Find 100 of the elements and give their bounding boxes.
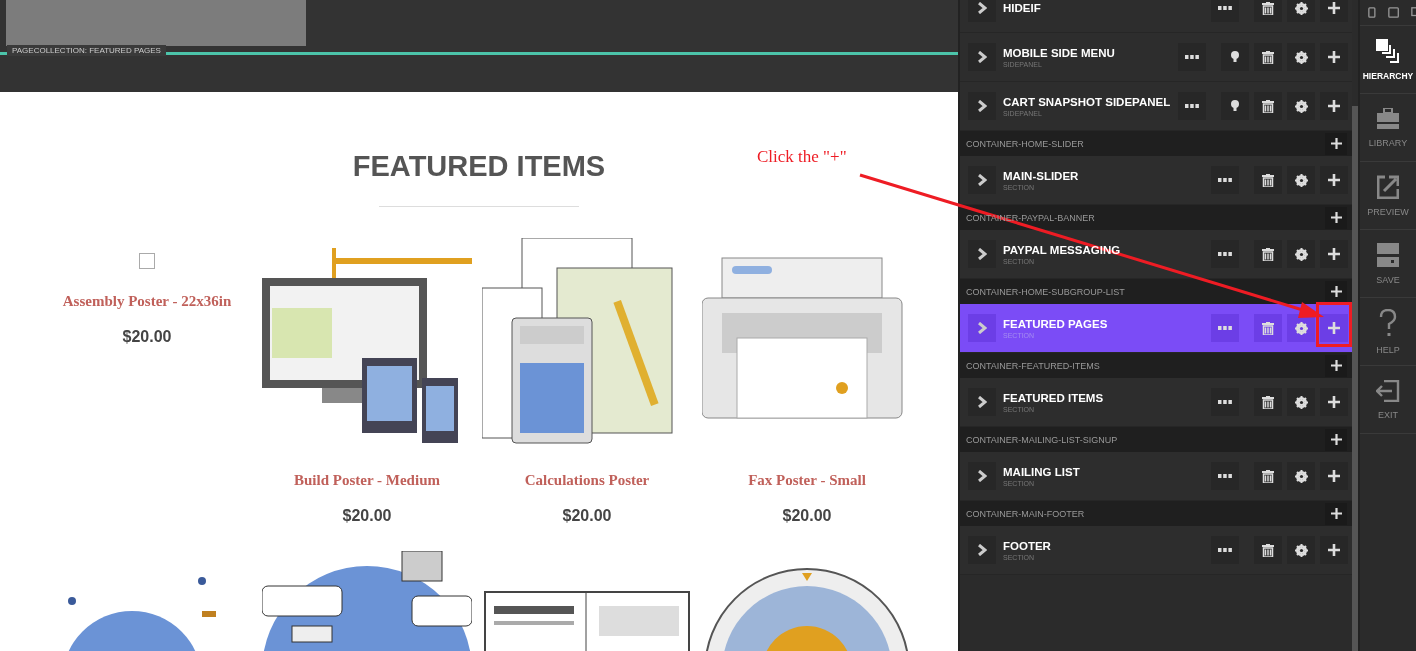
settings-button[interactable]	[1287, 388, 1315, 416]
more-button[interactable]	[1211, 388, 1239, 416]
add-button[interactable]	[1325, 502, 1347, 525]
plus-icon	[1328, 51, 1340, 63]
plus-icon	[1330, 286, 1342, 297]
plus-icon	[1328, 470, 1340, 482]
product-name[interactable]: Calculations Poster	[524, 472, 650, 489]
container-label: CONTAINER-HOME-SUBGROUP-LIST	[966, 286, 1125, 297]
more-icon	[1218, 474, 1232, 478]
expand-button[interactable]	[968, 43, 996, 71]
visibility-button[interactable]	[1221, 43, 1249, 71]
chevron-right-icon	[977, 174, 987, 186]
settings-button[interactable]	[1287, 0, 1315, 22]
add-button[interactable]	[1325, 354, 1347, 377]
scrollbar-thumb[interactable]	[1352, 106, 1358, 651]
settings-button[interactable]	[1287, 536, 1315, 564]
add-button[interactable]	[1320, 0, 1348, 22]
settings-icon	[1294, 469, 1308, 483]
help-icon	[1379, 308, 1397, 337]
more-icon	[1218, 400, 1232, 404]
plus-icon	[1328, 174, 1340, 186]
settings-icon	[1294, 247, 1308, 261]
more-button[interactable]	[1178, 92, 1206, 120]
visibility-button[interactable]	[1221, 92, 1249, 120]
product-price: $20.00	[342, 507, 392, 525]
chevron-right-icon	[977, 100, 987, 112]
item-title: FOOTER	[1003, 539, 1052, 552]
add-button[interactable]	[1320, 240, 1348, 268]
hierarchy-icon	[1376, 38, 1400, 63]
add-button[interactable]	[1325, 206, 1347, 229]
more-icon	[1218, 548, 1232, 552]
product-price: $20.00	[562, 507, 612, 525]
more-button[interactable]	[1211, 166, 1239, 194]
plus-icon	[1328, 2, 1340, 14]
trash-icon	[1262, 469, 1274, 483]
product-price: $20.00	[782, 507, 832, 525]
delete-button[interactable]	[1254, 536, 1282, 564]
more-button[interactable]	[1178, 43, 1206, 71]
more-button[interactable]	[1211, 0, 1239, 22]
settings-button[interactable]	[1287, 166, 1315, 194]
tablet-icon[interactable]	[1387, 6, 1399, 19]
more-button[interactable]	[1211, 240, 1239, 268]
expand-button[interactable]	[968, 0, 996, 22]
item-title: MOBILE SIDE MENU	[1003, 46, 1116, 59]
plus-icon	[1328, 100, 1340, 112]
settings-button[interactable]	[1287, 462, 1315, 490]
add-button[interactable]	[1320, 388, 1348, 416]
expand-button[interactable]	[968, 536, 996, 564]
delete-button[interactable]	[1254, 388, 1282, 416]
more-icon	[1218, 178, 1232, 182]
delete-button[interactable]	[1254, 166, 1282, 194]
lightbulb-icon	[1231, 51, 1239, 63]
trash-icon	[1262, 1, 1274, 15]
plus-icon	[1330, 434, 1342, 445]
phone-icon[interactable]	[1368, 6, 1376, 19]
add-button[interactable]	[1320, 536, 1348, 564]
delete-button[interactable]	[1254, 0, 1282, 22]
product-name[interactable]: Assembly Poster - 22x36in	[62, 293, 232, 310]
expand-button[interactable]	[968, 92, 996, 120]
trash-icon	[1262, 247, 1274, 261]
item-title: HIDEIF	[1003, 2, 1042, 14]
settings-button[interactable]	[1287, 43, 1315, 71]
settings-button[interactable]	[1287, 240, 1315, 268]
plus-icon	[1328, 322, 1340, 334]
add-button[interactable]	[1320, 92, 1348, 120]
container-label: CONTAINER-MAILING-LIST-SIGNUP	[966, 434, 1118, 445]
add-button[interactable]	[1320, 462, 1348, 490]
chevron-right-icon	[977, 2, 987, 14]
add-button[interactable]	[1320, 43, 1348, 71]
delete-button[interactable]	[1254, 240, 1282, 268]
expand-button[interactable]	[968, 166, 996, 194]
hierarchy-item[interactable]: HIDEIF	[960, 0, 1352, 33]
product-name[interactable]: Fax Poster - Small	[748, 472, 866, 489]
add-button[interactable]	[1325, 280, 1347, 303]
delete-button[interactable]	[1254, 43, 1282, 71]
section-heading: FEATURED ITEMS	[352, 150, 606, 182]
settings-button[interactable]	[1287, 92, 1315, 120]
item-title: MAIN-SLIDER	[1003, 169, 1080, 182]
delete-button[interactable]	[1254, 462, 1282, 490]
more-button[interactable]	[1211, 536, 1239, 564]
more-icon	[1218, 326, 1232, 330]
broken-image-icon	[139, 253, 155, 269]
plus-icon	[1328, 396, 1340, 408]
trash-icon	[1262, 395, 1274, 409]
trash-icon	[1262, 99, 1274, 113]
expand-button[interactable]	[968, 388, 996, 416]
add-button[interactable]	[1325, 428, 1347, 451]
annotation-text: Click the "+"	[757, 147, 847, 167]
product-name[interactable]: Build Poster - Medium	[294, 472, 440, 489]
expand-button[interactable]	[968, 462, 996, 490]
chevron-right-icon	[977, 51, 987, 63]
add-button[interactable]	[1320, 166, 1348, 194]
share-icon	[1377, 174, 1399, 199]
expand-button[interactable]	[968, 240, 996, 268]
more-button[interactable]	[1211, 462, 1239, 490]
exit-icon	[1376, 379, 1400, 402]
delete-button[interactable]	[1254, 92, 1282, 120]
add-button[interactable]	[1325, 132, 1347, 155]
settings-icon	[1294, 395, 1308, 409]
desktop-icon[interactable]	[1410, 6, 1416, 19]
